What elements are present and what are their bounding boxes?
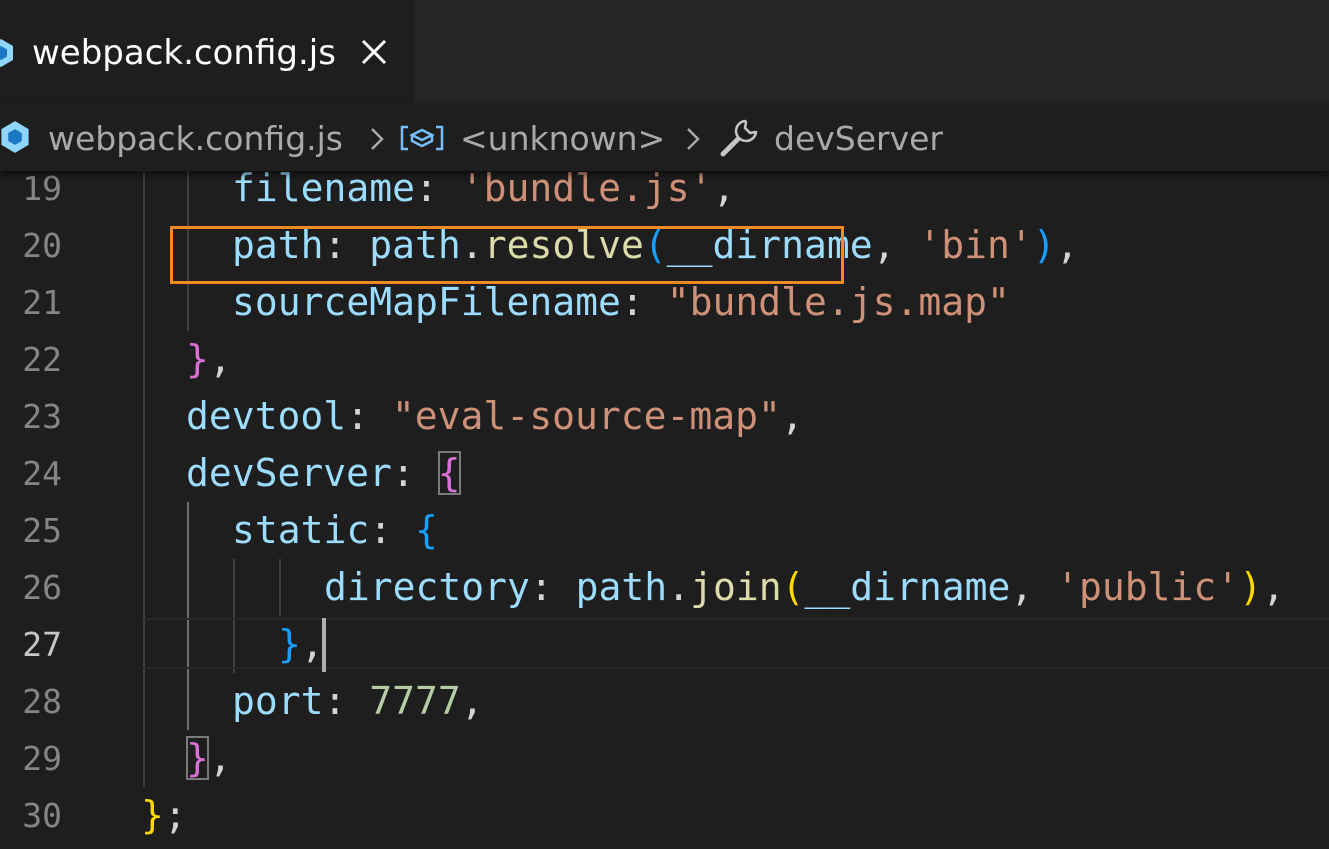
code-token: , — [208, 736, 232, 780]
code-token: : — [369, 508, 416, 552]
code-token: } — [278, 622, 301, 666]
code-token: static — [232, 508, 370, 552]
breadcrumb: webpack.config.js <unknown> devServer — [0, 103, 1329, 171]
code-token: : — [323, 223, 370, 267]
code-token: ) — [1239, 565, 1263, 609]
code-line[interactable]: directory: path.join(__dirname, 'public'… — [324, 559, 1285, 616]
code-token: } — [141, 793, 164, 837]
code-token: __dirname — [804, 565, 1011, 609]
code-token: . — [460, 223, 484, 267]
code-line[interactable]: }, — [278, 616, 324, 673]
line-number: 29 — [22, 739, 62, 778]
line-number: 22 — [22, 340, 62, 379]
code-token: ; — [163, 793, 187, 837]
code-token: , — [872, 223, 919, 267]
code-token: "eval-source-map" — [391, 394, 781, 438]
code-token: , — [1010, 565, 1057, 609]
breadcrumb-member[interactable]: devServer — [774, 115, 943, 163]
indent-guide — [143, 160, 145, 787]
code-token: , — [208, 337, 232, 381]
code-token: : — [620, 280, 667, 324]
code-token: "bundle.js.map" — [666, 280, 1010, 324]
code-token: , — [1262, 565, 1285, 609]
code-line[interactable]: devServer: { — [186, 445, 461, 502]
code-token: devServer — [186, 451, 392, 495]
line-number: 30 — [22, 796, 62, 835]
code-line[interactable]: devtool: "eval-source-map", — [186, 388, 804, 445]
code-token: ( — [781, 565, 805, 609]
line-number: 20 — [22, 226, 62, 265]
line-number: 25 — [22, 511, 62, 550]
code-token: , — [460, 679, 484, 723]
webpack-icon — [0, 39, 13, 67]
code-line[interactable]: }, — [186, 730, 232, 787]
webpack-icon — [1, 121, 29, 153]
code-token: port — [232, 679, 324, 723]
line-number: 23 — [22, 397, 62, 436]
code-token: __dirname — [666, 223, 873, 267]
code-line[interactable]: static: { — [232, 502, 438, 559]
code-token: ) — [1032, 223, 1056, 267]
code-token: } — [186, 736, 209, 780]
code-line[interactable]: }; — [141, 787, 187, 844]
line-number: 21 — [22, 283, 62, 322]
code-token: path — [369, 223, 461, 267]
code-token: path — [575, 565, 668, 609]
chevron-right-icon — [371, 128, 384, 150]
code-token: 7777 — [369, 679, 461, 723]
line-number: 26 — [22, 568, 62, 607]
code-token: sourceMapFilename — [232, 280, 621, 324]
code-token: } — [186, 337, 209, 381]
breadcrumb-file[interactable]: webpack.config.js — [48, 115, 343, 163]
code-token: 'public' — [1056, 565, 1240, 609]
code-token: , — [300, 622, 324, 666]
variable-icon — [400, 125, 444, 151]
code-token: join — [690, 565, 782, 609]
code-token: { — [415, 508, 438, 552]
tab-title: webpack.config.js — [32, 33, 336, 73]
code-line[interactable]: sourceMapFilename: "bundle.js.map" — [232, 274, 1010, 331]
code-token: filename — [232, 166, 416, 210]
code-line[interactable]: }, — [186, 331, 232, 388]
line-number: 28 — [22, 682, 62, 721]
close-icon[interactable] — [356, 34, 392, 70]
line-number: 24 — [22, 454, 62, 493]
code-token: 'bin' — [918, 223, 1033, 267]
code-token: : — [323, 679, 370, 723]
code-token: { — [437, 451, 461, 495]
code-token: : — [346, 394, 392, 438]
code-line[interactable]: path: path.resolve(__dirname, 'bin'), — [232, 217, 1079, 274]
code-token: . — [667, 565, 691, 609]
indent-guide — [187, 502, 189, 730]
chevron-right-icon — [687, 128, 700, 150]
code-token: : — [415, 166, 461, 210]
code-token: path — [232, 223, 324, 267]
code-token: , — [780, 394, 804, 438]
code-token: devtool — [186, 394, 347, 438]
code-token: , — [712, 166, 736, 210]
code-token: : — [529, 565, 576, 609]
indent-guide — [187, 160, 189, 331]
code-editor[interactable]: 19 filename: 'bundle.js', 20 path: path.res… — [0, 160, 1329, 849]
tab-webpack-config[interactable]: webpack.config.js — [0, 0, 415, 103]
wrench-icon — [720, 119, 758, 157]
code-token: , — [1055, 223, 1079, 267]
text-cursor — [322, 618, 326, 672]
code-token: resolve — [483, 223, 644, 267]
code-token: directory — [324, 565, 530, 609]
code-line[interactable]: port: 7777, — [232, 673, 484, 730]
code-token: ( — [643, 223, 667, 267]
editor-window: webpack.config.js webpack.config.js <unk… — [0, 0, 1329, 849]
line-number: 27 — [22, 625, 62, 664]
indent-guide — [279, 559, 281, 616]
tab-bar: webpack.config.js — [0, 0, 1329, 103]
breadcrumb-symbol[interactable]: <unknown> — [460, 115, 665, 163]
code-token: 'bundle.js' — [460, 166, 713, 210]
code-token: : — [391, 451, 438, 495]
